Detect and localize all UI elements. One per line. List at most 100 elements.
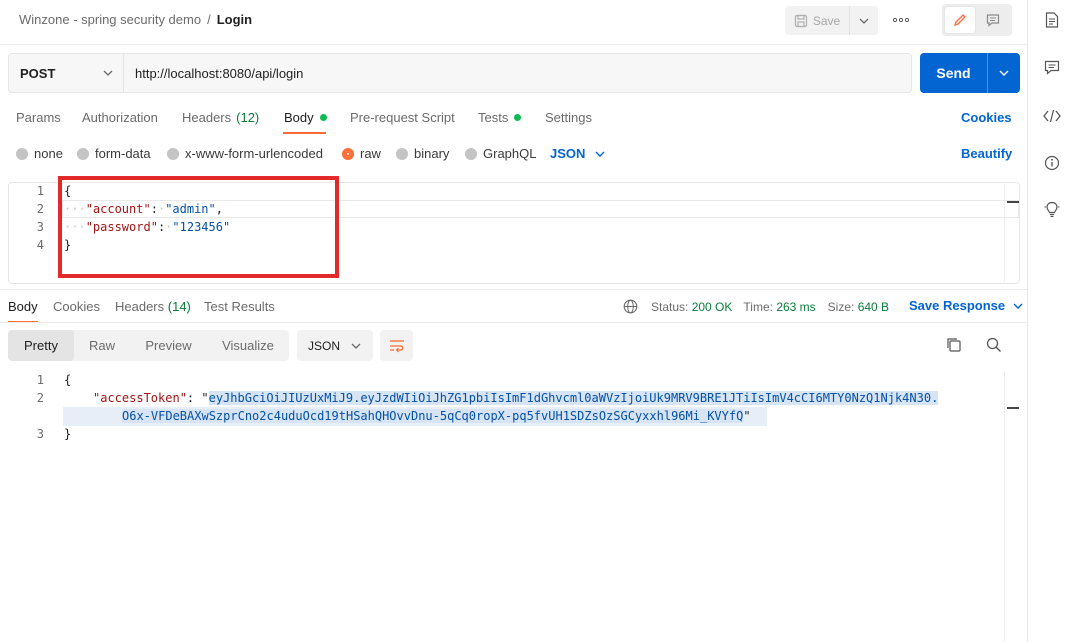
line-number: 3 — [36, 220, 44, 234]
comments-icon[interactable] — [1042, 57, 1062, 77]
body-indicator-dot — [319, 114, 327, 121]
response-scrollbar[interactable] — [1004, 372, 1019, 642]
send-dropdown-button[interactable] — [987, 53, 1020, 93]
response-tab-cookies[interactable]: Cookies — [53, 299, 100, 314]
tab-headers-count: (12) — [236, 110, 260, 125]
time-value: 263 ms — [776, 299, 816, 314]
save-dropdown-button[interactable] — [849, 6, 878, 35]
tab-body[interactable]: Body — [284, 110, 327, 125]
response-tab-headers-label: Headers — [115, 299, 165, 314]
breadcrumb: Winzone - spring security demo / Login — [19, 12, 252, 27]
wrap-lines-icon — [389, 339, 404, 352]
radio-circle — [465, 147, 477, 160]
save-response-button[interactable]: Save Response — [909, 298, 1023, 313]
response-format-label: JSON — [308, 338, 341, 353]
response-tab-headers[interactable]: Headers (14) — [115, 299, 191, 314]
breadcrumb-separator: / — [207, 12, 211, 27]
radio-urlencoded[interactable]: x-www-form-urlencoded — [167, 146, 323, 161]
body-format-select[interactable]: JSON — [550, 146, 605, 161]
json-key-access-token: "accessToken" — [93, 391, 187, 405]
response-tab-headers-count: (14) — [167, 299, 191, 314]
copy-button[interactable] — [945, 336, 965, 356]
radio-none[interactable]: none — [16, 146, 63, 161]
send-button[interactable]: Send — [920, 53, 987, 93]
scrollbar-marker — [1007, 201, 1019, 203]
method-label: POST — [20, 65, 56, 81]
save-button[interactable]: Save — [785, 6, 849, 35]
breadcrumb-collection[interactable]: Winzone - spring security demo — [19, 12, 201, 27]
pencil-icon — [953, 14, 966, 27]
copy-icon — [947, 338, 961, 352]
chevron-down-icon — [1013, 303, 1023, 309]
more-actions-button[interactable] — [888, 8, 914, 32]
tab-settings[interactable]: Settings — [545, 110, 592, 125]
response-close-brace: } — [64, 427, 72, 441]
view-tab-pretty[interactable]: Pretty — [8, 330, 74, 361]
lightbulb-icon[interactable] — [1042, 200, 1062, 220]
save-icon — [794, 14, 807, 27]
radio-binary-label: binary — [414, 146, 450, 161]
info-icon[interactable] — [1042, 153, 1062, 173]
edit-mode-button[interactable] — [945, 7, 975, 33]
save-button-group: Save — [785, 6, 878, 35]
view-tab-visualize[interactable]: Visualize — [207, 330, 289, 361]
breadcrumb-request-name[interactable]: Login — [217, 12, 252, 27]
chevron-down-icon — [859, 18, 869, 24]
comment-icon — [986, 14, 1000, 27]
view-tab-raw[interactable]: Raw — [74, 330, 130, 361]
send-button-group: Send — [920, 53, 1020, 93]
json-value-access-token-part2: O6x-VFDeBAXwSzprCno2c4uduOcd19tHSahQHOvv… — [122, 409, 744, 423]
radio-graphql[interactable]: GraphQL — [465, 146, 536, 161]
line-number: 2 — [36, 202, 44, 216]
tab-tests[interactable]: Tests — [478, 110, 522, 125]
view-tab-preview[interactable]: Preview — [130, 330, 207, 361]
documentation-icon[interactable] — [1042, 10, 1062, 30]
response-status-bar: Status: 200 OK Time: 263 ms Size: 640 B — [623, 299, 889, 314]
tab-settings-label: Settings — [545, 110, 592, 125]
json-value-access-token-part1: eyJhbGciOiJIUzUxMiJ9.eyJzdWIiOiJhZG1pbiI… — [208, 391, 939, 405]
search-button[interactable] — [985, 336, 1005, 356]
wrap-lines-button[interactable] — [380, 330, 413, 361]
chevron-down-icon — [351, 343, 361, 349]
response-tab-test-results[interactable]: Test Results — [204, 299, 275, 314]
url-input[interactable]: http://localhost:8080/api/login — [124, 54, 911, 92]
beautify-link[interactable]: Beautify — [961, 146, 1012, 161]
tab-params[interactable]: Params — [16, 110, 61, 125]
response-token-line: "accessToken": "eyJhbGciOiJIUzUxMiJ9.eyJ… — [93, 391, 939, 405]
tab-pre-request-label: Pre-request Script — [350, 110, 455, 125]
line-number: 1 — [36, 373, 44, 387]
response-view-tabs: Pretty Raw Preview Visualize — [8, 330, 289, 361]
response-open-brace: { — [64, 373, 72, 387]
tab-body-label: Body — [284, 110, 314, 125]
chevron-down-icon — [103, 70, 113, 76]
globe-icon[interactable] — [623, 299, 638, 314]
method-select[interactable]: POST — [9, 54, 124, 92]
save-label: Save — [812, 13, 841, 28]
scrollbar-marker — [1007, 407, 1019, 409]
code-icon[interactable] — [1042, 106, 1062, 126]
tab-authorization[interactable]: Authorization — [82, 110, 158, 125]
radio-binary[interactable]: binary — [396, 146, 449, 161]
response-format-select[interactable]: JSON — [297, 330, 373, 361]
radio-circle — [167, 147, 179, 160]
radio-raw[interactable]: raw — [342, 146, 381, 161]
response-divider — [0, 289, 1027, 290]
chevron-down-icon — [999, 70, 1009, 76]
comment-mode-button[interactable] — [978, 7, 1008, 33]
tab-params-label: Params — [16, 110, 61, 125]
line-number: 4 — [36, 238, 44, 252]
tab-authorization-label: Authorization — [82, 110, 158, 125]
tab-headers[interactable]: Headers (12) — [182, 110, 259, 125]
line-number: 2 — [36, 391, 44, 405]
search-icon — [986, 337, 1001, 352]
annotation-highlight-box — [58, 176, 339, 278]
chevron-down-icon — [595, 151, 605, 157]
ellipsis-icon — [893, 18, 909, 22]
save-response-label: Save Response — [909, 298, 1006, 313]
cookies-link[interactable]: Cookies — [961, 110, 1012, 125]
tab-pre-request-script[interactable]: Pre-request Script — [350, 110, 455, 125]
editor-scrollbar[interactable] — [1004, 184, 1019, 282]
radio-circle — [77, 147, 89, 160]
response-tab-body[interactable]: Body — [8, 299, 38, 314]
radio-form-data[interactable]: form-data — [77, 146, 151, 161]
